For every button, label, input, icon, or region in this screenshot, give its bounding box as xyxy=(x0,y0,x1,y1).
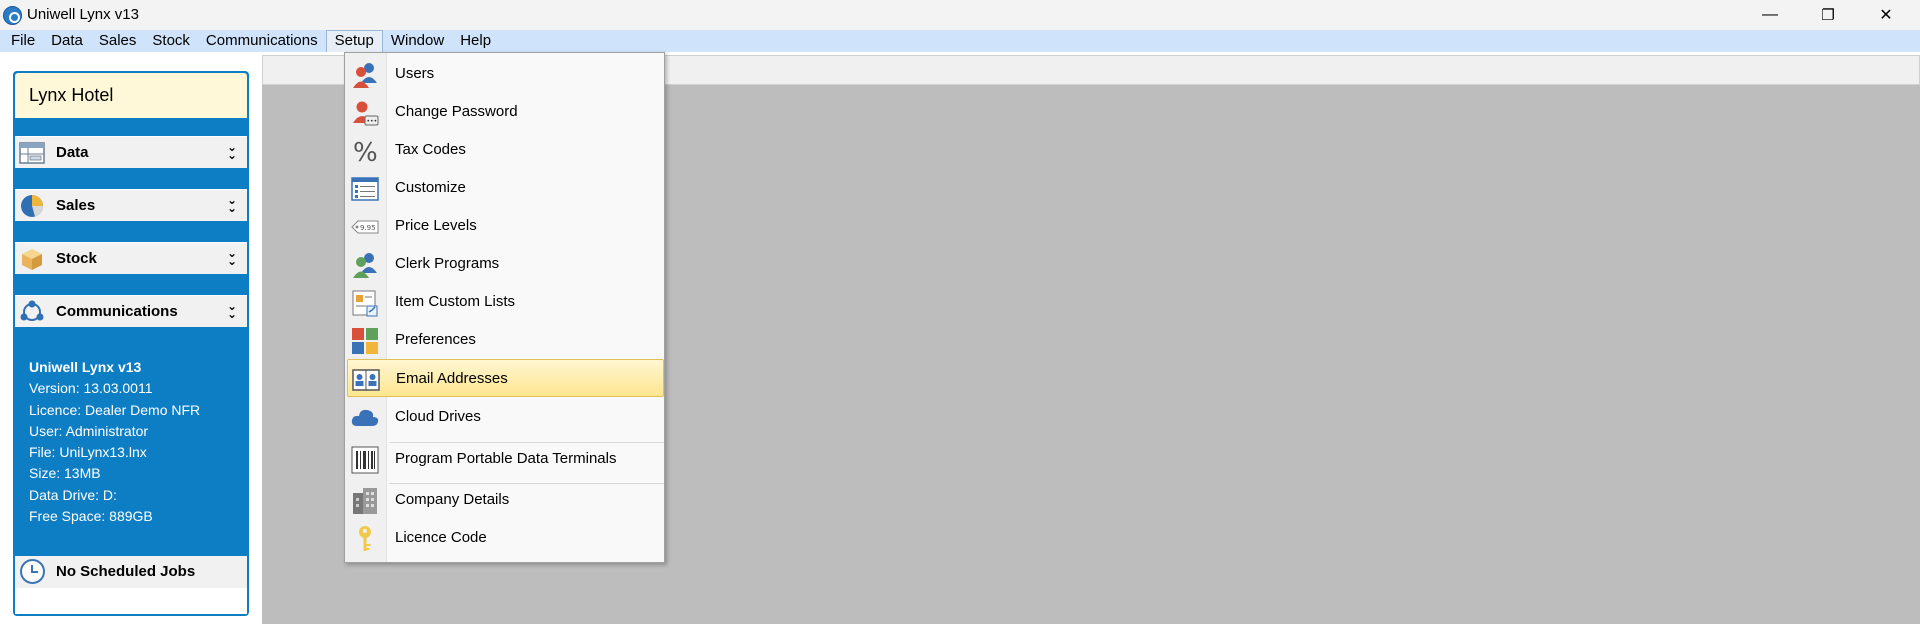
window-title: Uniwell Lynx v13 xyxy=(27,6,139,23)
sidebar-section-stock[interactable]: Stock ⌄ ⌄ xyxy=(15,242,247,274)
menu-item-preferences[interactable]: Preferences xyxy=(345,321,664,359)
network-icon xyxy=(20,300,44,321)
barcode-icon xyxy=(351,446,379,474)
menu-item-label: Licence Code xyxy=(395,529,487,546)
svg-text:•••: ••• xyxy=(367,118,378,125)
menu-communications[interactable]: Communications xyxy=(198,30,326,52)
menu-item-email-addresses[interactable]: Email Addresses xyxy=(347,359,664,397)
menu-item-label: Clerk Programs xyxy=(395,255,500,272)
system-info-panel: Uniwell Lynx v13 Version: 13.03.0011 Lic… xyxy=(29,357,200,527)
data-grid-icon xyxy=(19,142,45,164)
user-password-icon: ••• xyxy=(353,101,379,126)
custom-list-icon xyxy=(352,290,378,317)
scheduled-jobs-panel: No Scheduled Jobs xyxy=(15,556,247,614)
menu-item-label: Cloud Drives xyxy=(395,408,481,425)
sidebar-section-label: Stock xyxy=(56,250,97,267)
cloud-icon xyxy=(351,409,379,426)
menu-data[interactable]: Data xyxy=(43,30,91,52)
list-form-icon xyxy=(351,177,379,201)
menu-item-label: Price Levels xyxy=(395,217,477,234)
size-text: Size: 13MB xyxy=(29,465,101,482)
clock-icon xyxy=(20,559,45,584)
close-button[interactable]: ✕ xyxy=(1857,0,1915,30)
menu-item-cloud-drives[interactable]: Cloud Drives xyxy=(345,398,664,436)
box-icon xyxy=(22,249,42,270)
menu-item-label: Preferences xyxy=(395,331,476,348)
menu-file[interactable]: File xyxy=(3,30,43,52)
menu-window[interactable]: Window xyxy=(383,30,452,52)
version-text: Version: 13.03.0011 xyxy=(29,380,153,397)
menu-item-label: Tax Codes xyxy=(395,141,466,158)
building-icon xyxy=(353,488,377,514)
minimize-button[interactable]: — xyxy=(1741,0,1799,30)
chevron-down-icon[interactable]: ⌄ ⌄ xyxy=(227,300,237,320)
menu-sales[interactable]: Sales xyxy=(91,30,145,52)
menu-setup[interactable]: Setup xyxy=(325,30,383,52)
menu-help[interactable]: Help xyxy=(452,30,499,52)
menu-stock[interactable]: Stock xyxy=(144,30,198,52)
price-tag-icon: 9.95 xyxy=(351,220,379,234)
menu-item-label: Item Custom Lists xyxy=(395,293,516,310)
menu-item-users[interactable]: Users xyxy=(345,55,664,93)
svg-text:%: % xyxy=(353,138,378,165)
menu-item-customize[interactable]: Customize xyxy=(345,169,664,207)
chevron-down-icon[interactable]: ⌄ ⌄ xyxy=(227,247,237,267)
menu-item-licence-code[interactable]: Licence Code xyxy=(345,519,664,557)
sidebar-section-label: Communications xyxy=(56,303,178,320)
maximize-button[interactable]: ❐ xyxy=(1799,0,1857,30)
hotel-name: Lynx Hotel xyxy=(15,73,247,118)
menu-bar: File Data Sales Stock Communications Set… xyxy=(0,30,1920,52)
menu-item-company-details[interactable]: Company Details xyxy=(345,481,664,519)
preferences-tiles-icon xyxy=(352,328,378,354)
scheduled-jobs-label: No Scheduled Jobs xyxy=(56,563,196,580)
menu-item-label: Users xyxy=(395,65,435,82)
pie-chart-icon xyxy=(21,195,43,217)
setup-menu-dropdown: Users ••• Change Password % Tax Codes Cu… xyxy=(344,52,665,563)
menu-item-label: Program Portable Data Terminals xyxy=(395,450,617,467)
menu-item-label: Change Password xyxy=(395,103,518,120)
key-icon xyxy=(359,526,371,551)
sidebar-section-data[interactable]: Data ⌄ ⌄ xyxy=(15,136,247,168)
menu-item-item-custom-lists[interactable]: Item Custom Lists xyxy=(345,283,664,321)
app-logo-icon xyxy=(3,6,22,25)
chevron-down-icon[interactable]: ⌄ ⌄ xyxy=(227,141,237,161)
scheduled-jobs-header[interactable]: No Scheduled Jobs xyxy=(15,556,247,588)
clerks-icon xyxy=(353,253,377,278)
licence-text: Licence: Dealer Demo NFR xyxy=(29,401,201,418)
chevron-down-icon[interactable]: ⌄ ⌄ xyxy=(227,194,237,214)
menu-item-label: Customize xyxy=(395,179,466,196)
address-book-icon xyxy=(352,369,380,391)
menu-item-price-levels[interactable]: 9.95 Price Levels xyxy=(345,207,664,245)
price-tag-text: 9.95 xyxy=(360,224,376,232)
title-bar: Uniwell Lynx v13 — ❐ ✕ xyxy=(0,0,1920,30)
data-drive-text: Data Drive: D: xyxy=(29,486,117,503)
sidebar-section-communications[interactable]: Communications ⌄ ⌄ xyxy=(15,295,247,327)
free-space-text: Free Space: 889GB xyxy=(29,508,153,525)
menu-item-program-portable-data-terminals[interactable]: Program Portable Data Terminals xyxy=(345,440,664,478)
navigation-sidebar: Lynx Hotel Data ⌄⌄ Sales ⌄⌄ Stock ⌄⌄ xyxy=(13,71,249,616)
menu-item-label: Email Addresses xyxy=(396,370,508,387)
menu-item-tax-codes[interactable]: % Tax Codes xyxy=(345,131,664,169)
users-icon xyxy=(353,63,377,88)
percent-icon: % xyxy=(353,138,378,165)
user-text: User: Administrator xyxy=(29,422,149,439)
menu-item-label: Company Details xyxy=(395,491,510,508)
sidebar-section-sales[interactable]: Sales ⌄ ⌄ xyxy=(15,189,247,221)
menu-item-change-password[interactable]: ••• Change Password xyxy=(345,93,664,131)
file-text: File: UniLynx13.lnx xyxy=(29,444,147,461)
sidebar-section-label: Data xyxy=(56,144,89,161)
menu-item-clerk-programs[interactable]: Clerk Programs xyxy=(345,245,664,283)
sidebar-section-label: Sales xyxy=(56,197,96,214)
product-name: Uniwell Lynx v13 xyxy=(29,359,142,375)
